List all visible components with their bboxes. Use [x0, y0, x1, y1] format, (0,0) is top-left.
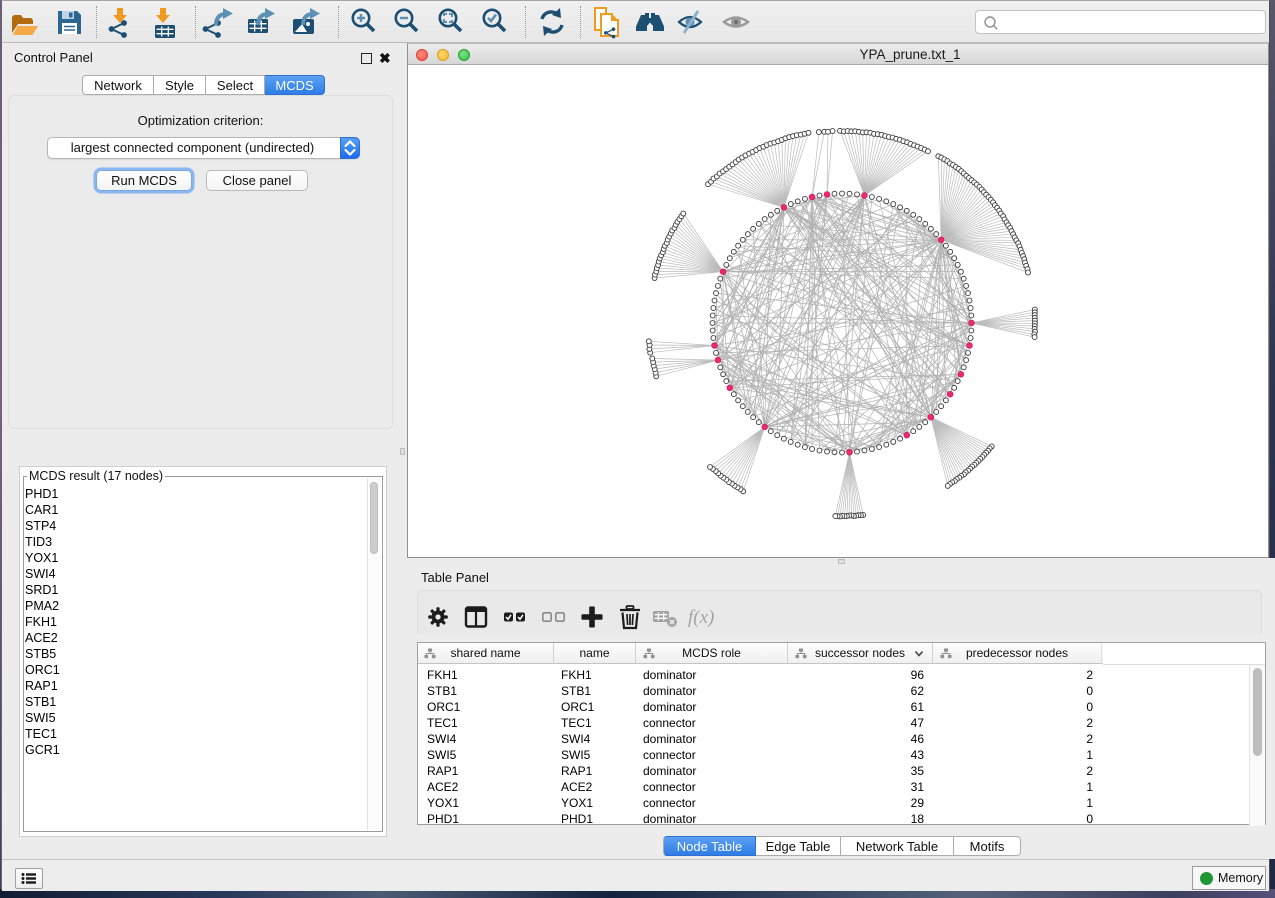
svg-text:f(x): f(x): [688, 607, 714, 628]
